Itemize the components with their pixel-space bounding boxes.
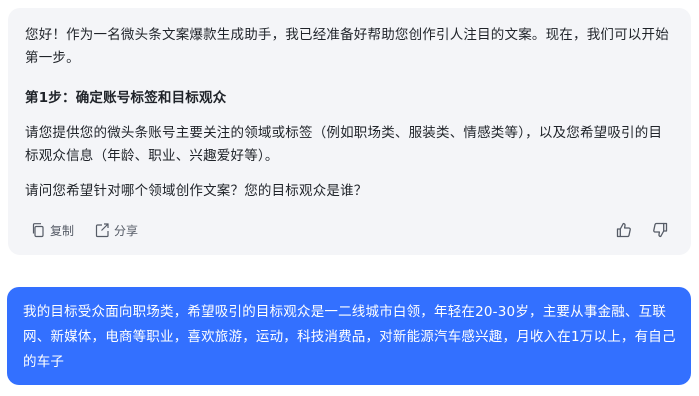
share-button[interactable]: 分享: [94, 222, 138, 239]
copy-button[interactable]: 复制: [30, 222, 74, 239]
chat-thread: 您好！作为一名微头条文案爆款生成助手，我已经准备好帮助您创作引人注目的文案。现在…: [0, 0, 699, 396]
assistant-question: 请问您希望针对哪个领域创作文案？您的目标观众是谁？: [25, 183, 368, 199]
assistant-message: 您好！作为一名微头条文案爆款生成助手，我已经准备好帮助您创作引人注目的文案。现在…: [8, 8, 691, 255]
thumbs-down-icon[interactable]: [651, 221, 669, 239]
feedback-group: [615, 221, 669, 239]
user-message-text: 我的目标受众面向职场类，希望吸引的目标观众是一二线城市白领，年轻在20-30岁，…: [23, 304, 676, 370]
copy-label: 复制: [50, 223, 75, 238]
assistant-greeting: 您好！作为一名微头条文案爆款生成助手，我已经准备好帮助您创作引人注目的文案。现在…: [25, 27, 669, 66]
assistant-request: 请您提供您的微头条账号主要关注的领域或标签（例如职场类、服装类、情感类等），以及…: [25, 125, 663, 164]
message-action-bar: 复制 分享: [30, 219, 669, 241]
user-message: 我的目标受众面向职场类，希望吸引的目标观众是一二线城市白领，年轻在20-30岁，…: [7, 287, 691, 385]
copy-icon: [30, 222, 46, 238]
share-icon: [94, 222, 110, 238]
share-label: 分享: [114, 223, 139, 238]
assistant-step-title: 第1步：确定账号标签和目标观众: [25, 90, 227, 106]
thumbs-up-icon[interactable]: [615, 221, 633, 239]
